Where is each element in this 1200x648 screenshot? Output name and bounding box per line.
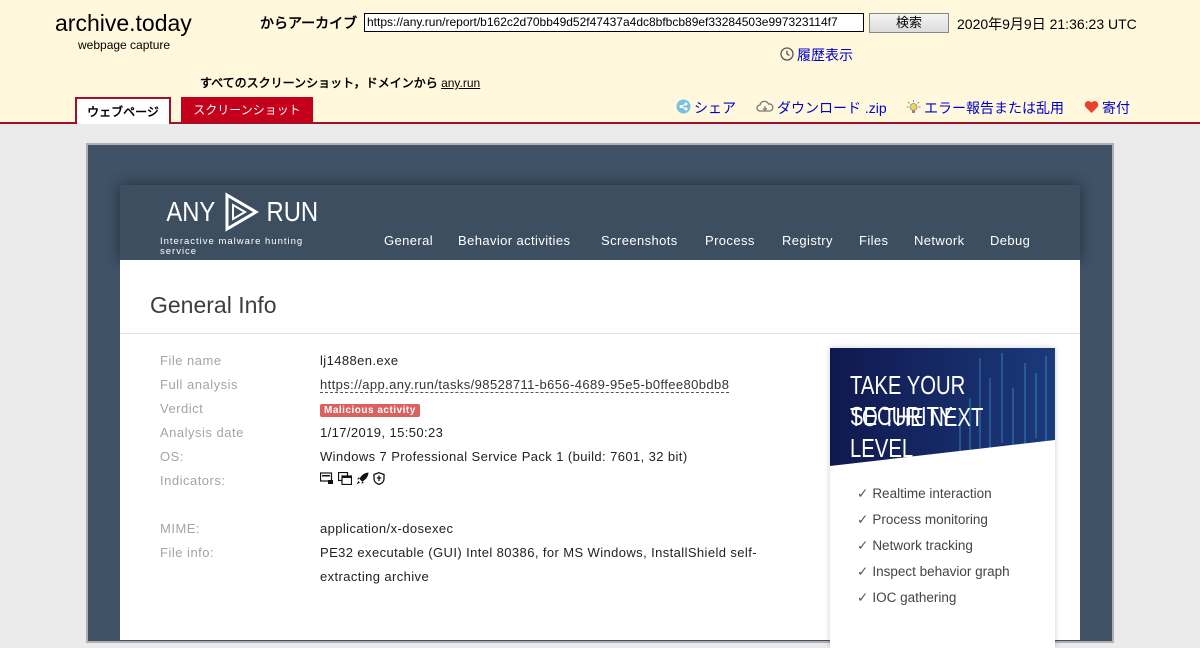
download-link[interactable]: ダウンロード .zip: [756, 98, 887, 118]
anyrun-logo[interactable]: ANY RUN: [162, 192, 322, 232]
mime-value: application/x-dosexec: [320, 521, 454, 536]
history-label: 履歴表示: [797, 47, 853, 63]
promo-item: ✓ Realtime interaction: [857, 486, 992, 502]
nav-debug[interactable]: Debug: [990, 233, 1030, 248]
check-icon: ✓: [857, 538, 869, 553]
check-icon: ✓: [857, 512, 869, 527]
file-name-label: File name: [160, 353, 222, 368]
nav-network[interactable]: Network: [914, 233, 964, 248]
general-info-panel: General Info File name lj1488en.exe Full…: [120, 260, 1080, 648]
promo-item: ✓ Network tracking: [857, 538, 973, 554]
check-icon: ✓: [857, 590, 869, 605]
promo-item: ✓ IOC gathering: [857, 590, 956, 606]
archive-logo-title[interactable]: archive.today: [55, 10, 192, 37]
logo-text-run: RUN: [266, 196, 318, 227]
file-info-label: File info:: [160, 545, 215, 560]
archive-logo-subtitle: webpage capture: [78, 38, 171, 52]
domain-link[interactable]: any.run: [441, 76, 480, 90]
report-label: エラー報告または乱用: [924, 100, 1064, 116]
rocket-icon[interactable]: [356, 472, 369, 488]
promo-card[interactable]: TAKE YOUR SECURITY TO THE NEXT LEVEL ✓ Re…: [830, 348, 1055, 648]
history-link[interactable]: 履歴表示: [780, 45, 853, 65]
download-label: ダウンロード .zip: [777, 100, 887, 116]
promo-item-label: Inspect behavior graph: [872, 564, 1010, 579]
mime-label: MIME:: [160, 521, 201, 536]
indicators-label: Indicators:: [160, 473, 226, 488]
report-link[interactable]: エラー報告または乱用: [906, 98, 1064, 118]
logo-text-any: ANY: [166, 196, 216, 227]
analysis-date-value: 1/17/2019, 15:50:23: [320, 425, 444, 440]
nav-registry[interactable]: Registry: [782, 233, 833, 248]
promo-banner: TAKE YOUR SECURITY TO THE NEXT LEVEL: [830, 348, 1055, 466]
promo-item-label: IOC gathering: [872, 590, 957, 605]
promo-item: ✓ Process monitoring: [857, 512, 988, 528]
file-info-line-1: PE32 executable (GUI) Intel 80386, for M…: [320, 545, 757, 560]
os-value: Windows 7 Professional Service Pack 1 (b…: [320, 449, 688, 464]
tab-screenshot[interactable]: スクリーンショット: [181, 97, 313, 122]
share-label: シェア: [694, 100, 736, 116]
tab-webpage[interactable]: ウェブページ: [75, 97, 171, 124]
full-analysis-link[interactable]: https://app.any.run/tasks/98528711-b656-…: [320, 377, 730, 393]
cloud-download-icon: [756, 100, 774, 117]
promo-item: ✓ Inspect behavior graph: [857, 564, 1010, 580]
check-icon: ✓: [857, 486, 869, 501]
archive-from-label: からアーカイブ: [260, 15, 358, 31]
promo-item-label: Network tracking: [872, 538, 973, 553]
clock-icon: [780, 46, 794, 64]
archive-url-input[interactable]: https://any.run/report/b162c2d70bb49d52f…: [364, 13, 864, 32]
promo-item-label: Process monitoring: [872, 512, 988, 527]
indicators-icons: [319, 471, 385, 488]
all-screenshots-label: すべてのスクリーンショット，ドメインから: [200, 76, 438, 90]
all-screenshots-row: すべてのスクリーンショット，ドメインから any.run: [200, 74, 480, 91]
promo-headline-2: TO THE NEXT LEVEL: [850, 402, 983, 463]
nav-behavior-activities[interactable]: Behavior activities: [458, 233, 570, 248]
play-icon: [223, 192, 259, 232]
verdict-row: Malicious activity: [320, 401, 420, 417]
promo-item-label: Realtime interaction: [872, 486, 992, 501]
archive-header: archive.today webpage capture からアーカイブ ht…: [0, 0, 1200, 124]
executable-icon[interactable]: [319, 472, 334, 488]
capture-timestamp: 2020年9月9日 21:36:23 UTC: [957, 16, 1137, 32]
full-analysis-row: https://app.any.run/tasks/98528711-b656-…: [320, 377, 730, 393]
heart-icon: [1084, 100, 1099, 117]
section-title: General Info: [150, 292, 277, 318]
verdict-label: Verdict: [160, 401, 204, 416]
file-name-value: lj1488en.exe: [320, 353, 399, 368]
section-divider: [120, 333, 1080, 334]
donate-label: 寄付: [1102, 100, 1130, 116]
file-info-line-2: extracting archive: [320, 569, 430, 584]
full-analysis-label: Full analysis: [160, 377, 239, 392]
share-icon: [676, 99, 691, 117]
nav-process[interactable]: Process: [705, 233, 755, 248]
lightbulb-icon: [906, 99, 921, 118]
verdict-badge: Malicious activity: [320, 404, 420, 417]
shield-icon[interactable]: [373, 472, 385, 488]
nav-general[interactable]: General: [384, 233, 433, 248]
nav-files[interactable]: Files: [859, 233, 888, 248]
nav-screenshots[interactable]: Screenshots: [601, 233, 678, 248]
check-icon: ✓: [857, 564, 869, 579]
search-button[interactable]: 検索: [869, 13, 949, 33]
os-label: OS:: [160, 449, 184, 464]
anyrun-navbar: ANY RUN Interactive malware hunting serv…: [120, 185, 1080, 260]
donate-link[interactable]: 寄付: [1084, 98, 1130, 118]
share-link[interactable]: シェア: [676, 98, 736, 118]
windows-icon[interactable]: [337, 471, 353, 488]
analysis-date-label: Analysis date: [160, 425, 244, 440]
anyrun-tagline: Interactive malware hunting service: [160, 236, 304, 257]
